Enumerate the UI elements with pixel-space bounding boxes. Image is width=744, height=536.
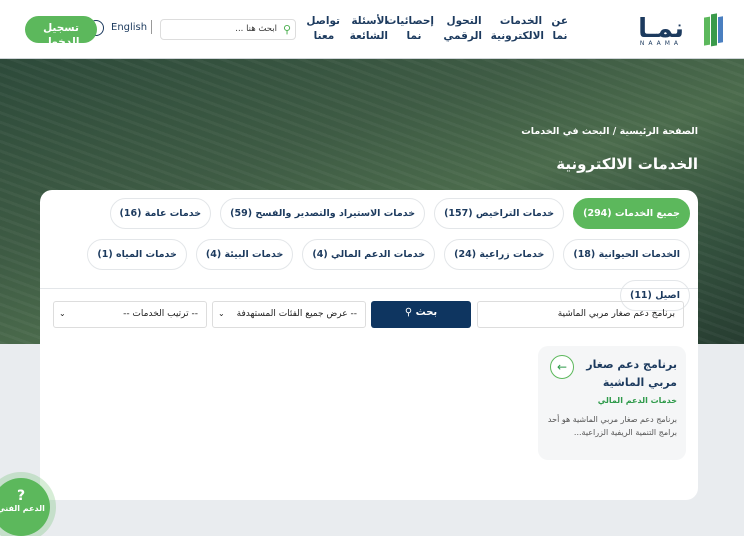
- search-button[interactable]: بحث ⚲: [371, 301, 471, 328]
- question-icon: ?: [16, 488, 26, 504]
- nav-faq[interactable]: الأسئلة الشائعة: [350, 14, 388, 44]
- services-card: جميع الخدمات (294) خدمات التراخيص (157) خد…: [40, 190, 698, 500]
- category-filters: جميع الخدمات (294) خدمات التراخيص (157) خد…: [50, 198, 690, 311]
- login-button[interactable]: تسجيل الدخول: [25, 16, 97, 43]
- header: نمـا NAAMA عن نما الخدمات الالكترونية ال…: [0, 0, 744, 59]
- breadcrumb: الصفحة الرئيسية / البحث في الخدمات: [521, 126, 698, 137]
- category-chip[interactable]: خدمات الاستيراد والتصدير والفسح (59): [220, 198, 426, 229]
- search-icon: ⚲: [282, 23, 291, 36]
- nav-statistics[interactable]: إحصائيات نما: [386, 14, 434, 44]
- nav-contact[interactable]: تواصل معنا: [306, 14, 340, 44]
- category-chip[interactable]: خدمات الدعم المالي (4): [302, 239, 436, 270]
- category-chip[interactable]: خدمات زراعية (24): [444, 239, 555, 270]
- arrow-left-icon[interactable]: ←: [550, 355, 574, 379]
- page-title: الخدمات الالكترونية: [556, 155, 698, 173]
- result-card[interactable]: برنامج دعم صغار مربي الماشية خدمات الدعم…: [538, 346, 686, 460]
- category-chip[interactable]: خدمات المياه (1): [87, 239, 187, 270]
- category-chip[interactable]: خدمات البيئة (4): [195, 239, 294, 270]
- nav-eservices[interactable]: الخدمات الالكترونية: [491, 14, 544, 44]
- result-description: برنامج دعم صغار مربي الماشية هو أحد برام…: [547, 415, 677, 437]
- category-chip[interactable]: خدمات التراخيص (157): [434, 198, 565, 229]
- breadcrumb-home[interactable]: الصفحة الرئيسية: [620, 126, 698, 137]
- chevron-down-icon: ⌄: [59, 309, 66, 318]
- support-button[interactable]: ? الدعم الفني: [0, 478, 50, 536]
- divider: [151, 20, 152, 34]
- nav-about[interactable]: عن نما: [551, 14, 568, 44]
- result-title[interactable]: برنامج دعم صغار مربي الماشية: [577, 356, 677, 392]
- category-chip[interactable]: جميع الخدمات (294): [573, 198, 690, 229]
- divider: [40, 288, 698, 289]
- breadcrumb-current: البحث في الخدمات: [521, 126, 610, 137]
- keyword-input[interactable]: برنامج دعم صغار مربي الماشية: [477, 301, 684, 328]
- header-search-input[interactable]: ⚲ ابحث هنا ...: [160, 19, 296, 40]
- naama-logo[interactable]: نمـا NAAMA: [624, 10, 724, 50]
- logo-mark-icon: [704, 13, 723, 47]
- result-category: خدمات الدعم المالي: [597, 396, 677, 405]
- category-chip[interactable]: خدمات عامة (16): [109, 198, 212, 229]
- chevron-down-icon: ⌄: [218, 309, 225, 318]
- language-switch[interactable]: English: [111, 22, 147, 33]
- target-category-select[interactable]: -- عرض جميع الفئات المستهدفة ⌄: [212, 301, 366, 328]
- search-icon: ⚲: [404, 307, 413, 318]
- category-chip[interactable]: الخدمات الحيوانية (18): [563, 239, 690, 270]
- nav-digital-transformation[interactable]: التحول الرقمي: [443, 14, 482, 44]
- sort-select[interactable]: -- ترتيب الخدمات -- ⌄: [53, 301, 207, 328]
